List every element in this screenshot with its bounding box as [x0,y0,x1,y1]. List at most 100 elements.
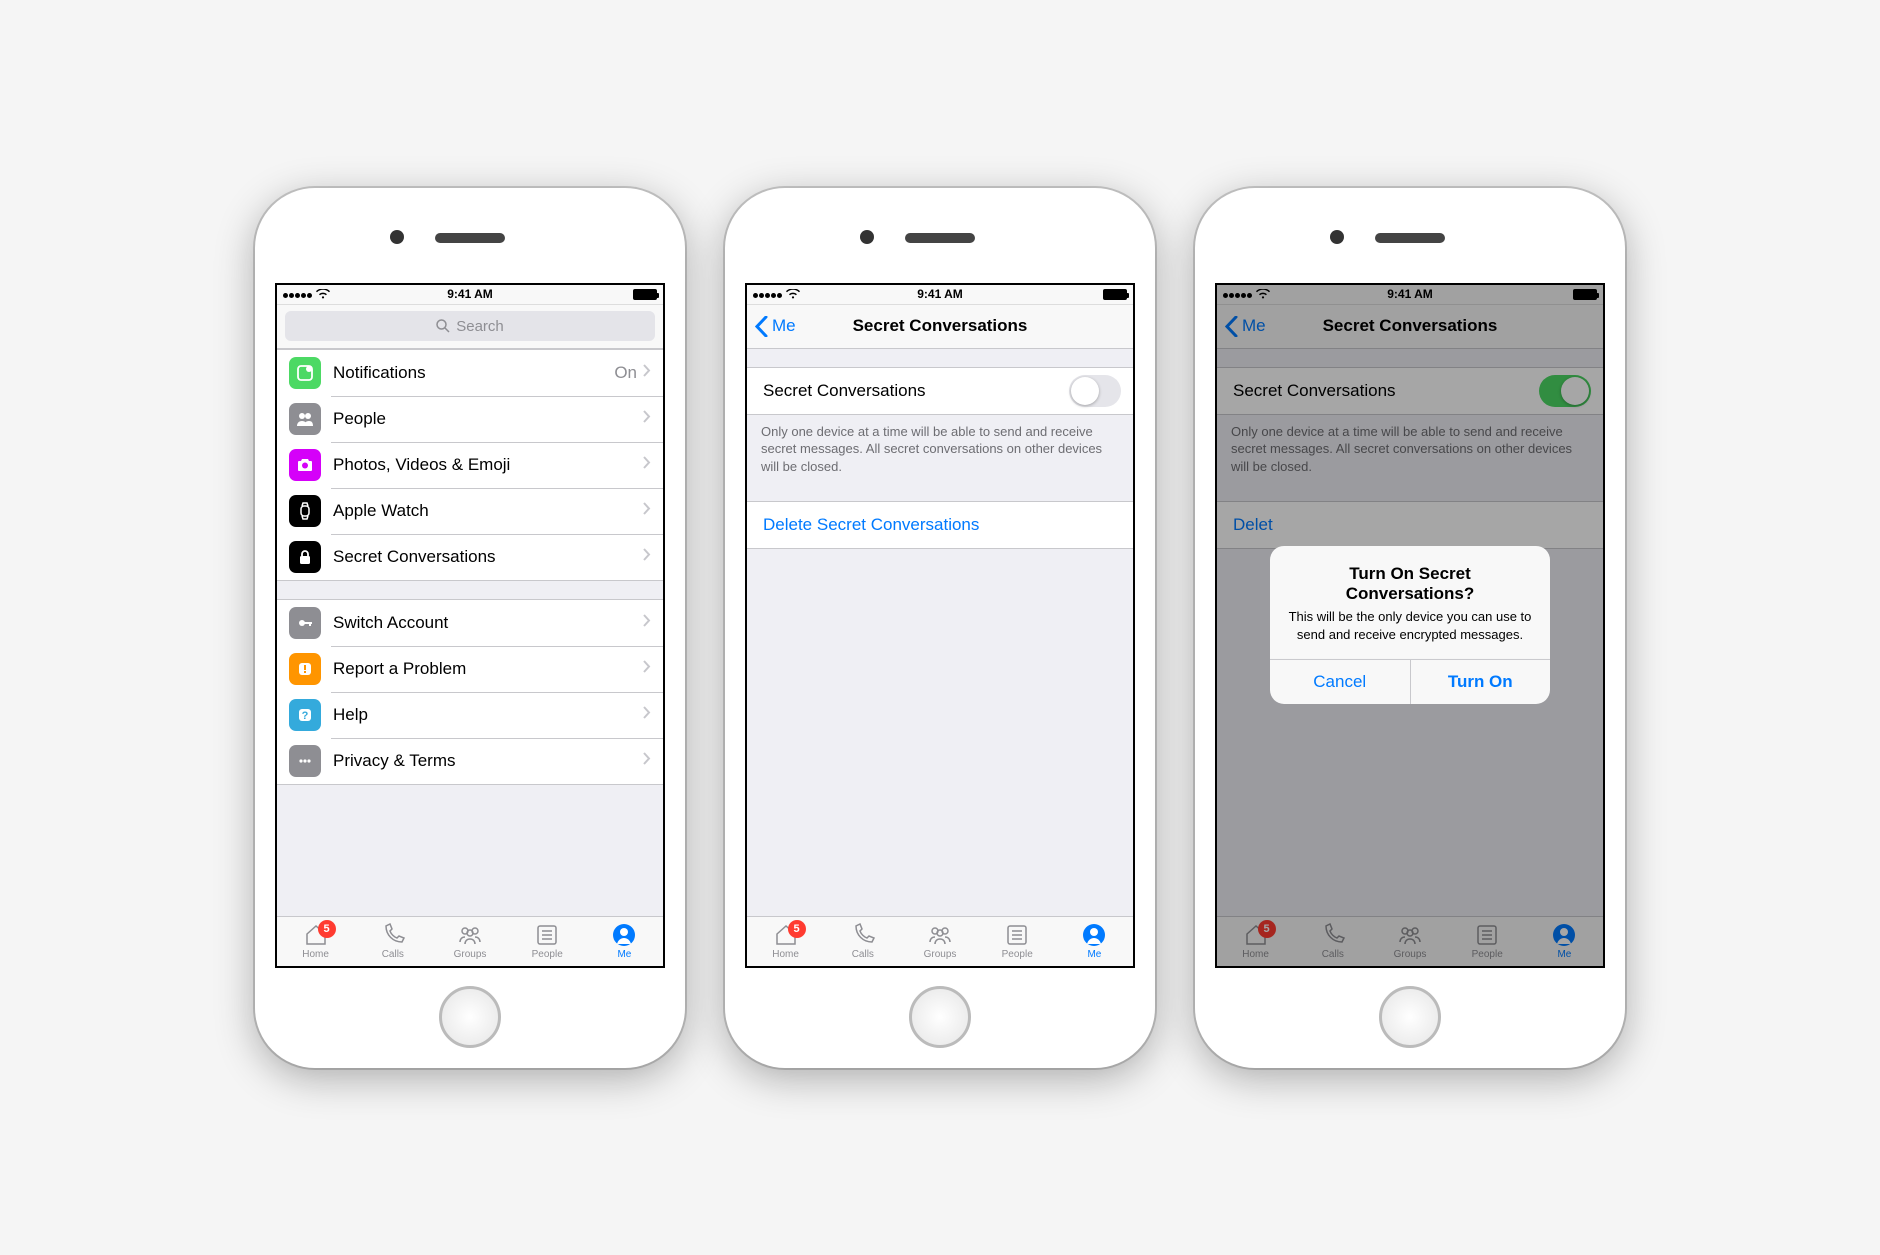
tab-label: Groups [454,949,487,960]
groups-icon [927,922,953,948]
chevron-right-icon [643,614,651,632]
tab-me[interactable]: Me [1056,917,1133,966]
toggle-footer: Only one device at a time will be able t… [747,415,1133,484]
search-placeholder: Search [456,318,504,335]
secret-toggle-row[interactable]: Secret Conversations [747,368,1133,414]
row-value: On [614,363,637,383]
row-photos[interactable]: Photos, Videos & Emoji [277,442,663,488]
tab-label: Home [772,949,799,960]
alert-title: Turn On Secret Conversations? [1286,564,1534,604]
screen-me-settings: 9:41 AM Search Notifications On [275,283,665,968]
chevron-right-icon [643,660,651,678]
phone-3: 9:41 AM Me Secret Conversations Secret C… [1195,188,1625,1068]
row-label: Notifications [333,363,614,383]
row-label: People [333,409,643,429]
tab-me[interactable]: Me [586,917,663,966]
phone-camera [390,230,404,244]
chevron-right-icon [643,364,651,382]
status-bar: 9:41 AM [277,285,663,305]
row-label: Privacy & Terms [333,751,643,771]
chevron-right-icon [643,456,651,474]
alert-dialog: Turn On Secret Conversations? This will … [1270,546,1550,704]
tab-groups[interactable]: Groups [901,917,978,966]
search-input[interactable]: Search [285,311,655,341]
delete-secret-row[interactable]: Delete Secret Conversations [747,502,1133,548]
tab-bar: 5 Home Calls Groups People Me [747,916,1133,966]
row-secret-conversations[interactable]: Secret Conversations [277,534,663,580]
alert-confirm-button[interactable]: Turn On [1410,660,1551,704]
phone-speaker [1375,233,1445,243]
screen-secret-off: 9:41 AM Me Secret Conversations Secret C… [745,283,1135,968]
home-button[interactable] [909,986,971,1048]
home-button[interactable] [1379,986,1441,1048]
tab-home[interactable]: 5 Home [277,917,354,966]
signal-dots-icon [283,287,313,301]
tab-label: Calls [382,949,404,960]
alert-cancel-button[interactable]: Cancel [1270,660,1410,704]
alert-icon [289,653,321,685]
search-icon [436,319,450,333]
row-people[interactable]: People [277,396,663,442]
tab-label: People [532,949,563,960]
status-bar: 9:41 AM [747,285,1133,305]
chevron-right-icon [643,502,651,520]
secret-settings-content[interactable]: Secret Conversations Only one device at … [747,349,1133,916]
status-time: 9:41 AM [408,287,533,301]
help-icon: ? [289,699,321,731]
phone-1: 9:41 AM Search Notifications On [255,188,685,1068]
groups-icon [457,922,483,948]
signal-dots-icon [753,287,783,301]
delete-label: Delete Secret Conversations [763,515,1121,535]
row-apple-watch[interactable]: Apple Watch [277,488,663,534]
lock-icon [289,541,321,573]
phone-camera [860,230,874,244]
phone-icon [380,922,406,948]
svg-text:?: ? [302,710,309,722]
tab-label: People [1002,949,1033,960]
nav-bar: Search [277,305,663,349]
person-icon [1081,922,1107,948]
watch-icon [289,495,321,527]
row-switch-account[interactable]: Switch Account [277,600,663,646]
notifications-icon [289,357,321,389]
row-label: Switch Account [333,613,643,633]
back-label: Me [772,316,796,336]
home-badge: 5 [318,920,336,938]
phone-speaker [435,233,505,243]
tab-calls[interactable]: Calls [354,917,431,966]
row-label: Photos, Videos & Emoji [333,455,643,475]
tab-calls[interactable]: Calls [824,917,901,966]
row-privacy-terms[interactable]: Privacy & Terms [277,738,663,784]
chevron-left-icon [755,316,768,337]
battery-icon [633,289,657,300]
row-report-problem[interactable]: Report a Problem [277,646,663,692]
home-button[interactable] [439,986,501,1048]
chevron-right-icon [643,548,651,566]
phone-speaker [905,233,975,243]
tab-label: Calls [852,949,874,960]
chevron-right-icon [643,706,651,724]
back-button[interactable]: Me [755,316,796,337]
phone-2: 9:41 AM Me Secret Conversations Secret C… [725,188,1155,1068]
secret-toggle[interactable] [1069,375,1121,407]
tab-people[interactable]: People [509,917,586,966]
home-badge: 5 [788,920,806,938]
list-icon [1004,922,1030,948]
list-icon [534,922,560,948]
settings-list[interactable]: Notifications On People Photos, Videos &… [277,349,663,916]
row-label: Secret Conversations [333,547,643,567]
tab-bar: 5 Home Calls Groups People Me [277,916,663,966]
nav-bar: Me Secret Conversations [747,305,1133,349]
row-notifications[interactable]: Notifications On [277,350,663,396]
row-help[interactable]: ? Help [277,692,663,738]
tab-label: Me [617,949,631,960]
tab-groups[interactable]: Groups [431,917,508,966]
ellipsis-icon [289,745,321,777]
row-label: Help [333,705,643,725]
tab-people[interactable]: People [979,917,1056,966]
phone-camera [1330,230,1344,244]
alert-message: This will be the only device you can use… [1286,608,1534,643]
row-label: Report a Problem [333,659,643,679]
tab-label: Groups [924,949,957,960]
tab-home[interactable]: 5 Home [747,917,824,966]
